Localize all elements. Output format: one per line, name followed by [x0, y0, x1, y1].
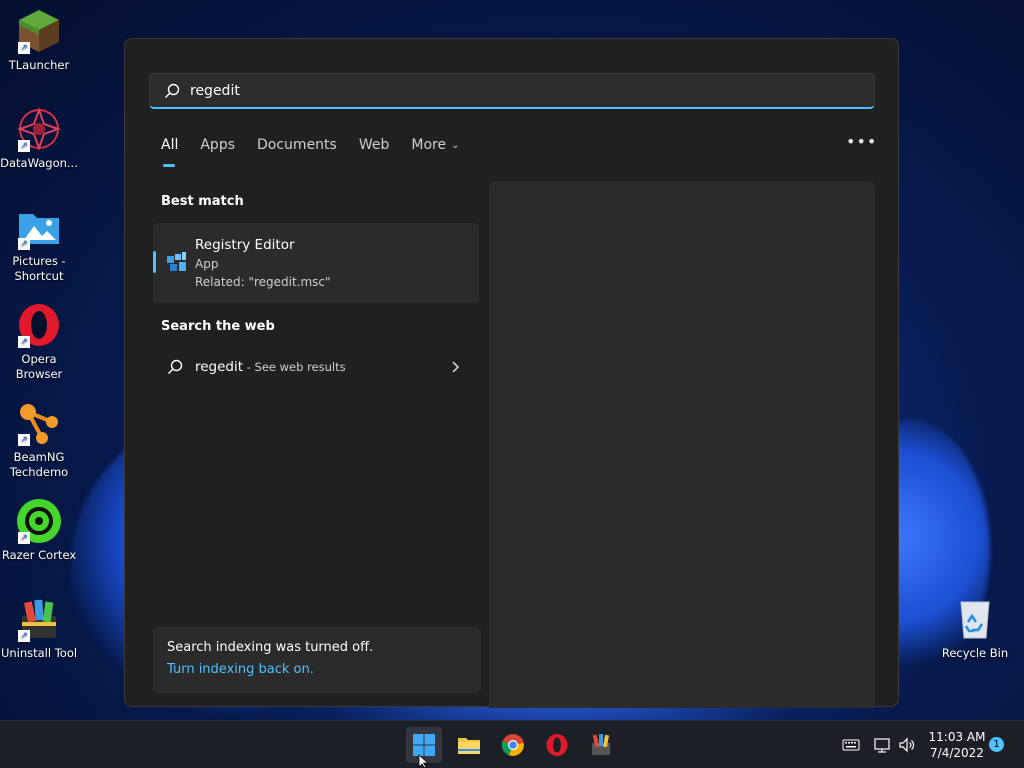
desktop-icon-recycle-bin[interactable]: Recycle Bin — [936, 596, 1014, 661]
uninstall-tool-icon: ↗ — [16, 596, 62, 642]
result-related: Related: "regedit.msc" — [195, 275, 331, 289]
desktop-icon-label: DataWagon... — [0, 156, 78, 170]
web-result-label: regedit - See web results — [195, 359, 346, 375]
ellipsis-icon: ••• — [846, 132, 878, 151]
opera-icon: ↗ — [16, 302, 62, 348]
keyboard-icon[interactable] — [841, 735, 861, 755]
taskbar-file-explorer[interactable] — [451, 727, 487, 763]
web-result-query: regedit — [195, 359, 244, 375]
chevron-down-icon: ⌄ — [451, 139, 460, 151]
tab-web[interactable]: Web — [359, 137, 390, 167]
pictures-folder-icon: ↗ — [16, 204, 62, 250]
razer-cortex-icon: ↗ — [16, 498, 62, 544]
desktop-icon-label: Pictures - Shortcut — [12, 254, 66, 283]
search-input[interactable] — [190, 81, 830, 101]
volume-icon[interactable] — [897, 735, 917, 755]
search-icon — [168, 359, 183, 374]
search-panel: All Apps Documents Web More ⌄ ••• Best ma… — [124, 38, 899, 708]
search-web-heading: Search the web — [161, 319, 275, 334]
taskbar-opera[interactable] — [539, 727, 575, 763]
desktop-icon-beamng[interactable]: ↗ BeamNG Techdemo — [0, 400, 78, 480]
mouse-cursor-icon — [418, 754, 430, 768]
desktop-icon-label: BeamNG Techdemo — [9, 450, 69, 479]
tab-documents[interactable]: Documents — [257, 137, 337, 167]
preview-pane — [489, 181, 875, 708]
network-icon[interactable] — [872, 735, 892, 755]
datawagon-icon: ↗ — [16, 106, 62, 152]
tab-apps[interactable]: Apps — [200, 137, 235, 167]
tab-more-label: More — [411, 137, 447, 153]
tab-all[interactable]: All — [161, 137, 178, 167]
best-match-result[interactable]: Registry Editor App Related: "regedit.ms… — [153, 223, 479, 303]
filter-tabs: All Apps Documents Web More ⌄ — [161, 137, 481, 167]
desktop-icon-uninstall-tool[interactable]: ↗ Uninstall Tool — [0, 596, 78, 661]
search-box[interactable] — [149, 73, 875, 109]
desktop-icon-razer-cortex[interactable]: ↗ Razer Cortex — [0, 498, 78, 563]
desktop-icon-label: TLauncher — [8, 58, 70, 72]
web-result-suffix: - See web results — [243, 360, 346, 374]
desktop-icon-pictures[interactable]: ↗ Pictures - Shortcut — [0, 204, 78, 284]
desktop-icon-label: Opera Browser — [15, 352, 63, 381]
taskbar-app[interactable] — [583, 727, 619, 763]
notification-badge[interactable]: 1 — [989, 737, 1004, 752]
turn-indexing-on-link[interactable]: Turn indexing back on. — [167, 662, 314, 677]
beamng-icon: ↗ — [16, 400, 62, 446]
recycle-bin-icon — [952, 596, 998, 642]
desktop-icon-opera[interactable]: ↗ Opera Browser — [0, 302, 78, 382]
tlauncher-icon: ↗ — [16, 8, 62, 54]
more-options-button[interactable]: ••• — [846, 134, 876, 155]
clock-time: 11:03 AM — [928, 730, 986, 744]
taskbar-chrome[interactable] — [495, 727, 531, 763]
chevron-right-icon — [452, 361, 460, 373]
app-icon — [592, 734, 610, 755]
desktop-icon-label: Recycle Bin — [941, 646, 1009, 660]
clock-date: 7/4/2022 — [930, 746, 984, 760]
web-search-result[interactable]: regedit - See web results — [153, 351, 479, 385]
result-title: Registry Editor — [195, 237, 295, 253]
best-match-heading: Best match — [161, 194, 244, 209]
taskbar: 11:03 AM 7/4/2022 1 — [0, 720, 1024, 768]
registry-editor-icon — [167, 252, 186, 271]
clock[interactable]: 11:03 AM 7/4/2022 — [926, 729, 988, 761]
desktop-icon-label: Razer Cortex — [1, 548, 77, 562]
chrome-icon — [501, 734, 524, 756]
folder-icon — [458, 738, 480, 754]
result-type: App — [195, 257, 219, 271]
selection-indicator — [153, 251, 156, 273]
desktop-icon-tlauncher[interactable]: ↗ TLauncher — [0, 8, 78, 73]
desktop-icon-label: Uninstall Tool — [0, 646, 78, 660]
indexing-notice-text: Search indexing was turned off. — [167, 640, 374, 655]
desktop-icon-datawagon[interactable]: ↗ DataWagon... — [0, 106, 78, 171]
tab-more[interactable]: More ⌄ — [411, 137, 459, 167]
opera-icon — [546, 734, 568, 756]
search-icon — [165, 83, 180, 98]
indexing-notice: Search indexing was turned off. Turn ind… — [153, 627, 481, 693]
